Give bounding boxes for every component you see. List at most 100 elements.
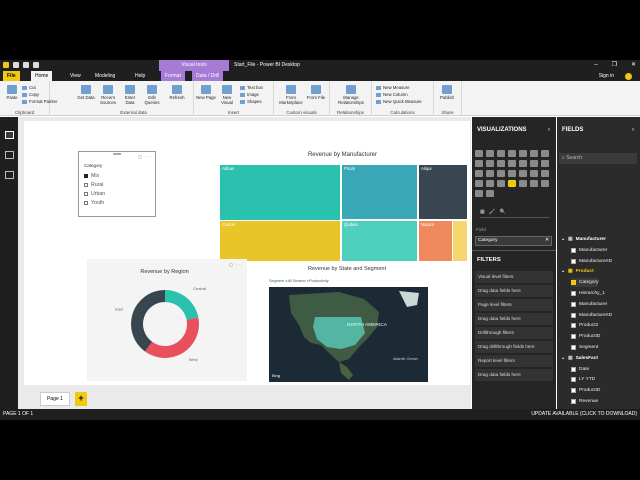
format-tab-icon[interactable]: 🖌: [489, 209, 495, 215]
area-icon[interactable]: [475, 160, 483, 167]
data-view-icon[interactable]: [5, 151, 14, 159]
analytics-tab-icon[interactable]: 🔍: [499, 209, 505, 215]
field-item[interactable]: Segment: [571, 343, 598, 352]
copy-button[interactable]: Copy: [22, 92, 39, 97]
kpi-icon[interactable]: [497, 180, 505, 187]
treemap-tile[interactable]: Pirum: [342, 165, 417, 219]
card-icon[interactable]: [475, 180, 483, 187]
field-item[interactable]: ManufacturerID: [571, 257, 612, 266]
tab-file[interactable]: File: [3, 71, 20, 81]
filter-drop-zone[interactable]: Drag data fields here: [475, 313, 553, 325]
multi-row-card-icon[interactable]: [486, 180, 494, 187]
slicer-item[interactable]: Youth: [84, 200, 104, 206]
tab-home[interactable]: Home: [31, 71, 53, 81]
get-data-button[interactable]: Get Data: [76, 85, 96, 100]
more-options-icon[interactable]: ···: [145, 154, 152, 159]
checkbox[interactable]: [84, 192, 88, 196]
checkbox[interactable]: [571, 301, 576, 307]
field-item[interactable]: Manufacturer: [571, 300, 607, 309]
map-icon[interactable]: [508, 170, 516, 177]
scatter-icon[interactable]: [541, 160, 549, 167]
paste-button[interactable]: Paste: [2, 85, 22, 100]
treemap-tile[interactable]: Aliqui: [419, 165, 467, 219]
checkbox[interactable]: [571, 247, 576, 253]
field-item[interactable]: ProductID: [571, 386, 600, 395]
table-icon[interactable]: [519, 180, 527, 187]
globe-icon[interactable]: [475, 190, 483, 197]
100-column-icon[interactable]: [530, 150, 538, 157]
100-bar-icon[interactable]: [519, 150, 527, 157]
save-icon[interactable]: [13, 62, 19, 68]
clustered-bar-icon[interactable]: [497, 150, 505, 157]
checkbox[interactable]: [571, 312, 576, 318]
field-item[interactable]: Revenue: [571, 397, 598, 406]
waterfall-icon[interactable]: [530, 160, 538, 167]
slicer-icon[interactable]: [508, 180, 516, 187]
donut-slice[interactable]: [145, 317, 199, 358]
tab-help[interactable]: Help: [131, 71, 149, 81]
enter-data-button[interactable]: Enter Data: [120, 85, 140, 105]
field-item[interactable]: Product2: [571, 321, 598, 330]
publish-button[interactable]: Publish: [437, 85, 457, 100]
field-item[interactable]: LY YTD: [571, 375, 595, 384]
new-page-button[interactable]: New Page: [196, 85, 216, 100]
undo-icon[interactable]: [23, 62, 29, 68]
drag-handle[interactable]: [113, 153, 121, 155]
checkbox[interactable]: [84, 174, 88, 178]
fields-search[interactable]: ⌕ Search: [559, 153, 637, 164]
search-input[interactable]: Search: [566, 155, 582, 161]
treemap-tile[interactable]: Natura: [419, 221, 452, 261]
stacked-area-icon[interactable]: [486, 160, 494, 167]
treemap-tile[interactable]: Abbas: [220, 165, 340, 220]
collapse-chevron-icon[interactable]: ›: [548, 127, 550, 133]
stacked-bar-icon[interactable]: [475, 150, 483, 157]
slicer-item[interactable]: Urban: [84, 191, 105, 197]
donut-visual[interactable]: ▢ ··· Revenue by Region Central West East: [87, 259, 247, 381]
edit-queries-button[interactable]: Edit Queries: [142, 85, 162, 105]
shapes-button[interactable]: Shapes: [240, 99, 262, 104]
filter-drop-zone[interactable]: Drag data fields here: [475, 369, 553, 381]
from-file-button[interactable]: From File: [306, 85, 326, 100]
line-column-icon[interactable]: [497, 160, 505, 167]
close-icon[interactable]: ✕: [631, 60, 636, 71]
new-quick-measure-button[interactable]: New Quick Measure: [376, 99, 422, 104]
checkbox[interactable]: [571, 345, 576, 350]
checkbox[interactable]: [571, 377, 576, 383]
field-item[interactable]: ManufacturerID: [571, 311, 612, 320]
new-measure-button[interactable]: New Measure: [376, 85, 410, 90]
checkbox[interactable]: [571, 399, 576, 404]
checkbox[interactable]: [571, 291, 576, 296]
expand-chevron-icon[interactable]: ⌄: [561, 269, 565, 274]
funnel-icon[interactable]: [530, 170, 538, 177]
slicer-item[interactable]: Mix: [84, 173, 99, 179]
more-icon[interactable]: [486, 190, 494, 197]
field-table[interactable]: ⌄ ▦ SalesFact: [561, 354, 598, 363]
checkbox[interactable]: [571, 388, 576, 394]
manage-relationships-button[interactable]: Manage Relationships: [333, 85, 369, 105]
donut-chart[interactable]: Central West East: [87, 259, 247, 381]
donut-slice[interactable]: [165, 290, 199, 320]
recent-sources-button[interactable]: Recent Sources: [98, 85, 118, 105]
collapse-chevron-icon[interactable]: ›: [632, 127, 634, 133]
tab-modeling[interactable]: Modeling: [91, 71, 119, 81]
stacked-column-icon[interactable]: [486, 150, 494, 157]
line-clustered-icon[interactable]: [508, 160, 516, 167]
redo-icon[interactable]: [33, 62, 39, 68]
text-box-button[interactable]: Text box: [240, 85, 263, 90]
slicer-item[interactable]: Rural: [84, 182, 103, 188]
checkbox[interactable]: [571, 258, 576, 264]
legend-all-season[interactable]: All Season: [288, 279, 306, 283]
relationships-view-icon[interactable]: [5, 171, 14, 179]
checkbox[interactable]: [84, 201, 88, 205]
field-well[interactable]: Category ✕: [475, 236, 552, 246]
legend-productivity[interactable]: Productivity: [309, 279, 329, 283]
filter-drop-zone[interactable]: Drag data fields here: [475, 285, 553, 297]
expand-chevron-icon[interactable]: ⌄: [561, 356, 565, 361]
tab-view[interactable]: View: [66, 71, 85, 81]
restore-icon[interactable]: ❐: [612, 60, 617, 71]
report-view-icon[interactable]: [5, 131, 14, 139]
image-button[interactable]: Image: [240, 92, 259, 97]
focus-mode-icon[interactable]: ▢: [138, 154, 143, 159]
add-page-button[interactable]: +: [75, 392, 87, 406]
ribbon-icon[interactable]: [519, 160, 527, 167]
